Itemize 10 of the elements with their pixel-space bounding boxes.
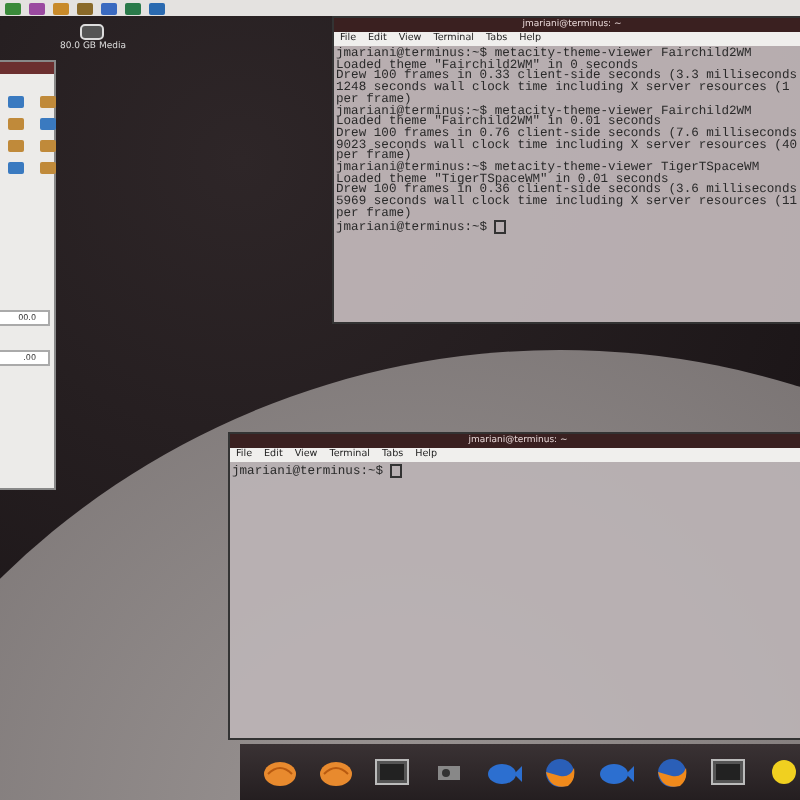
monitor-icon[interactable] [708,756,748,788]
shell-icon[interactable] [316,756,356,788]
globe-icon[interactable] [652,756,692,788]
text-cursor [389,464,402,478]
globe-icon[interactable] [540,756,580,788]
monitor-icon[interactable] [372,756,412,788]
drive-icon[interactable] [80,24,105,40]
title-bar [0,62,54,74]
text-cursor [493,219,506,234]
shell-icon[interactable] [260,756,300,788]
